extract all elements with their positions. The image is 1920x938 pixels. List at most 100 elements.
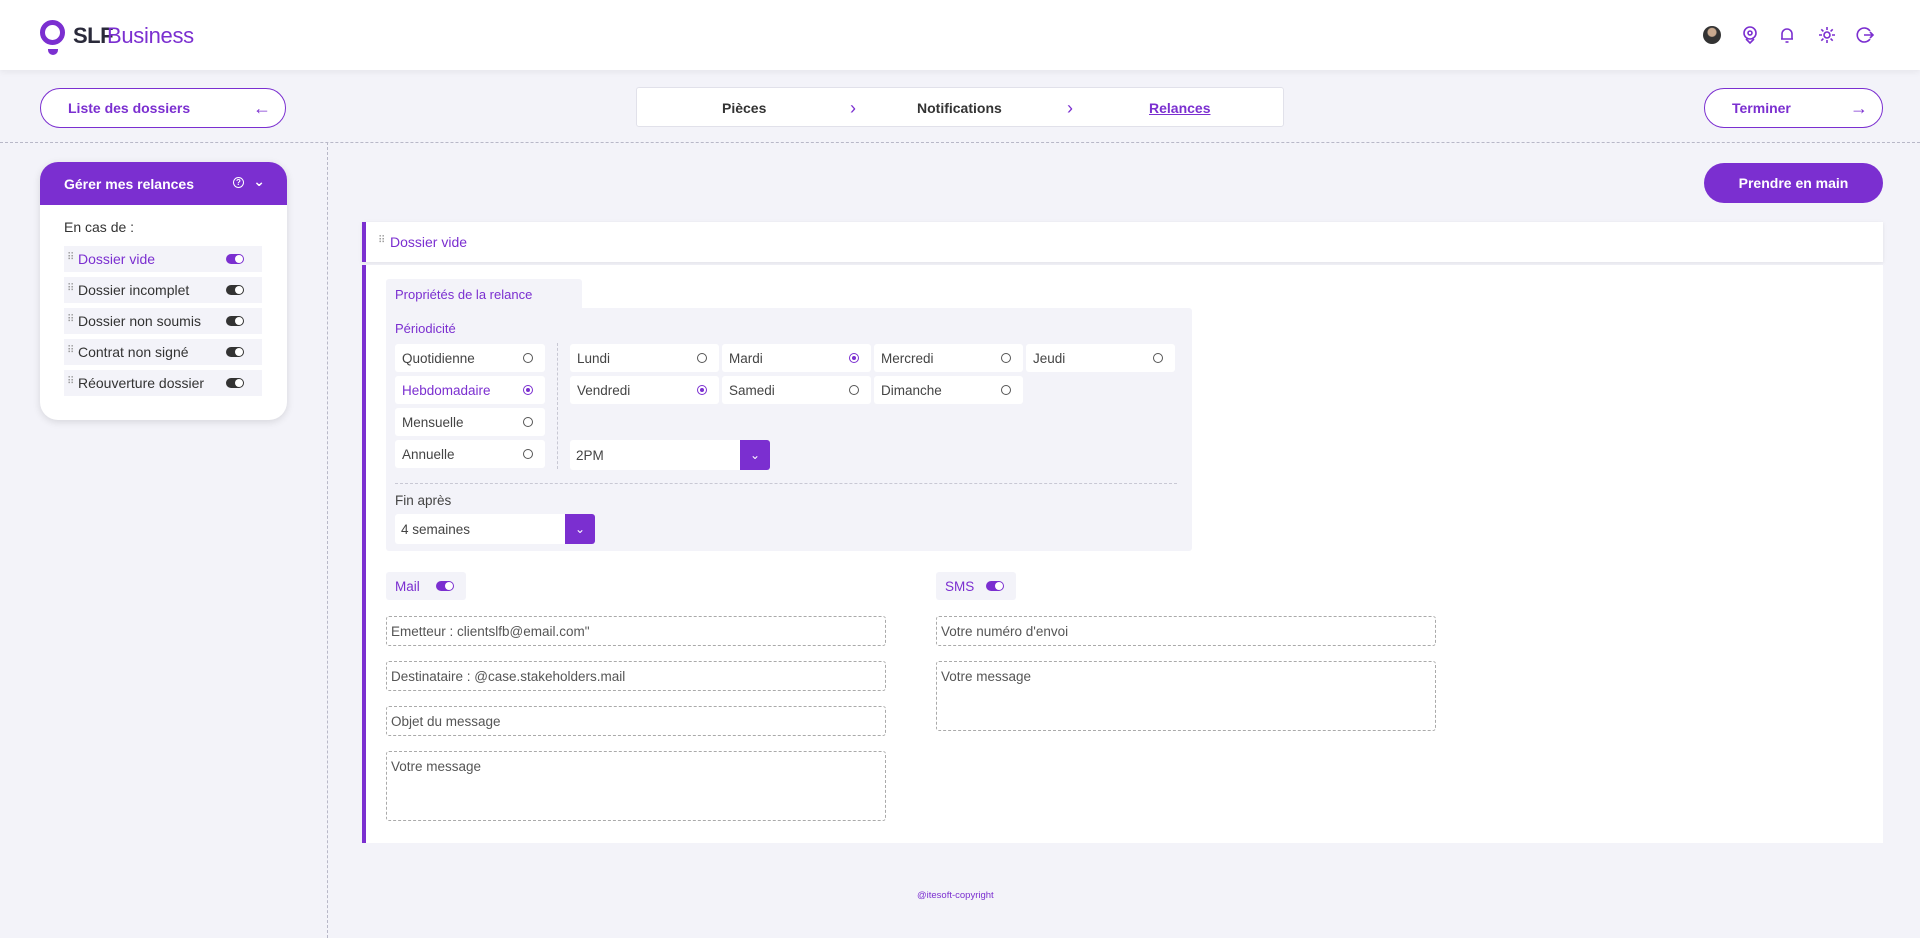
radio-button[interactable]: [697, 353, 707, 363]
take-ownership-button[interactable]: Prendre en main: [1704, 163, 1883, 203]
divider: [557, 343, 558, 469]
footer-copyright: @itesoft-copyright: [917, 890, 994, 901]
radio-button[interactable]: [849, 385, 859, 395]
day-option-lundi[interactable]: Lundi: [570, 344, 719, 372]
location-icon[interactable]: [1739, 24, 1761, 46]
finish-label: Terminer: [1732, 100, 1791, 116]
top-header: [0, 0, 1920, 70]
chevron-down-icon[interactable]: ⌄: [740, 440, 770, 470]
end-after-label: Fin après: [395, 493, 452, 508]
arrow-right-icon: →: [1850, 97, 1868, 118]
sms-number-field[interactable]: Votre numéro d'envoi: [936, 616, 1436, 646]
sidebar-item-dossier-vide[interactable]: ⠿ Dossier vide: [64, 246, 262, 272]
option-label: Mercredi: [881, 350, 934, 366]
mail-label: Mail: [395, 578, 420, 594]
mail-sender-field[interactable]: Emetteur : clientslfb@email.com": [386, 616, 886, 646]
divider: [327, 142, 328, 938]
mail-message-field[interactable]: Votre message: [386, 751, 886, 821]
logo-text-business: Business: [107, 23, 194, 48]
card-header[interactable]: ⠿ Dossier vide: [362, 222, 1883, 262]
step-notifications[interactable]: Notifications: [917, 100, 1002, 116]
card-title: Dossier vide: [390, 234, 468, 250]
avatar[interactable]: [1703, 26, 1721, 44]
option-label: Vendredi: [577, 382, 631, 398]
mail-subject-field[interactable]: Objet du message: [386, 706, 886, 736]
reminders-panel-header[interactable]: Gérer mes relances ? ⌄: [40, 162, 287, 205]
radio-button[interactable]: [523, 417, 533, 427]
option-label: Hebdomadaire: [402, 382, 491, 398]
drag-handle-icon[interactable]: ⠿: [67, 283, 74, 294]
frequency-option-mensuelle[interactable]: Mensuelle: [395, 408, 545, 436]
sms-toggle[interactable]: [986, 581, 1004, 591]
chevron-right-icon: ›: [850, 98, 856, 118]
finish-button[interactable]: Terminer →: [1704, 88, 1883, 128]
day-option-jeudi[interactable]: Jeudi: [1026, 344, 1175, 372]
sms-message-field[interactable]: Votre message: [936, 661, 1436, 731]
chevron-down-icon[interactable]: ⌄: [253, 173, 265, 190]
back-to-list-label: Liste des dossiers: [68, 100, 191, 116]
radio-button[interactable]: [1001, 385, 1011, 395]
sidebar-item-label: Dossier non soumis: [78, 313, 201, 329]
frequency-option-annuelle[interactable]: Annuelle: [395, 440, 545, 468]
day-option-mardi[interactable]: Mardi: [722, 344, 871, 372]
radio-button[interactable]: [697, 385, 707, 395]
toggle-switch[interactable]: [226, 347, 244, 357]
sidebar-item-contrat-non-signe[interactable]: ⠿ Contrat non signé: [64, 339, 262, 365]
day-option-samedi[interactable]: Samedi: [722, 376, 871, 404]
day-option-mercredi[interactable]: Mercredi: [874, 344, 1023, 372]
option-label: Mensuelle: [402, 414, 464, 430]
reminders-panel: Gérer mes relances ? ⌄ En cas de : ⠿ Dos…: [40, 162, 287, 420]
sidebar-item-reouverture-dossier[interactable]: ⠿ Réouverture dossier: [64, 370, 262, 396]
option-label: Lundi: [577, 350, 611, 366]
drag-handle-icon[interactable]: ⠿: [67, 314, 74, 325]
day-option-dimanche[interactable]: Dimanche: [874, 376, 1023, 404]
frequency-option-quotidienne[interactable]: Quotidienne: [395, 344, 545, 372]
day-option-vendredi[interactable]: Vendredi: [570, 376, 719, 404]
time-select-value: 2PM: [576, 447, 604, 463]
arrow-left-icon: ←: [253, 97, 271, 118]
option-label: Mardi: [729, 350, 763, 366]
step-pieces[interactable]: Pièces: [722, 100, 766, 116]
chevron-down-icon[interactable]: ⌄: [565, 514, 595, 544]
drag-handle-icon[interactable]: ⠿: [67, 376, 74, 387]
radio-button[interactable]: [523, 449, 533, 459]
chevron-right-icon: ›: [1067, 98, 1073, 118]
logo-icon: [40, 20, 65, 55]
help-icon[interactable]: ?: [233, 177, 244, 188]
radio-button[interactable]: [849, 353, 859, 363]
divider: [0, 142, 1920, 143]
radio-button[interactable]: [1153, 353, 1163, 363]
stepper: Pièces › Notifications › Relances: [636, 87, 1284, 127]
sidebar-item-label: Dossier incomplet: [78, 282, 190, 298]
end-after-select[interactable]: 4 semaines ⌄: [395, 514, 595, 544]
toggle-switch[interactable]: [226, 254, 244, 264]
time-select[interactable]: 2PM ⌄: [570, 440, 770, 470]
option-label: Quotidienne: [402, 350, 475, 366]
end-after-select-value: 4 semaines: [401, 521, 471, 537]
drag-handle-icon[interactable]: ⠿: [67, 345, 74, 356]
radio-button[interactable]: [523, 385, 533, 395]
step-relances[interactable]: Relances: [1149, 100, 1210, 116]
frequency-option-hebdomadaire[interactable]: Hebdomadaire: [395, 376, 545, 404]
gear-icon[interactable]: [1816, 24, 1838, 46]
sidebar-item-dossier-incomplet[interactable]: ⠿ Dossier incomplet: [64, 277, 262, 303]
drag-handle-icon[interactable]: ⠿: [378, 235, 385, 246]
back-to-list-button[interactable]: Liste des dossiers ←: [40, 88, 286, 128]
mail-recipient-field[interactable]: Destinataire : @case.stakeholders.mail: [386, 661, 886, 691]
tab-properties[interactable]: Propriétés de la relance: [386, 279, 582, 309]
toggle-switch[interactable]: [226, 316, 244, 326]
option-label: Dimanche: [881, 382, 942, 398]
toggle-switch[interactable]: [226, 378, 244, 388]
bell-icon[interactable]: [1776, 24, 1798, 46]
drag-handle-icon[interactable]: ⠿: [67, 252, 74, 263]
toggle-switch[interactable]: [226, 285, 244, 295]
radio-button[interactable]: [523, 353, 533, 363]
mail-toggle[interactable]: [436, 581, 454, 591]
logout-icon[interactable]: [1854, 24, 1876, 46]
sidebar-item-label: Contrat non signé: [78, 344, 189, 360]
option-label: Annuelle: [402, 446, 455, 462]
sidebar-item-dossier-non-soumis[interactable]: ⠿ Dossier non soumis: [64, 308, 262, 334]
sms-label: SMS: [945, 578, 975, 594]
radio-button[interactable]: [1001, 353, 1011, 363]
sms-channel-header: SMS: [936, 572, 1016, 600]
